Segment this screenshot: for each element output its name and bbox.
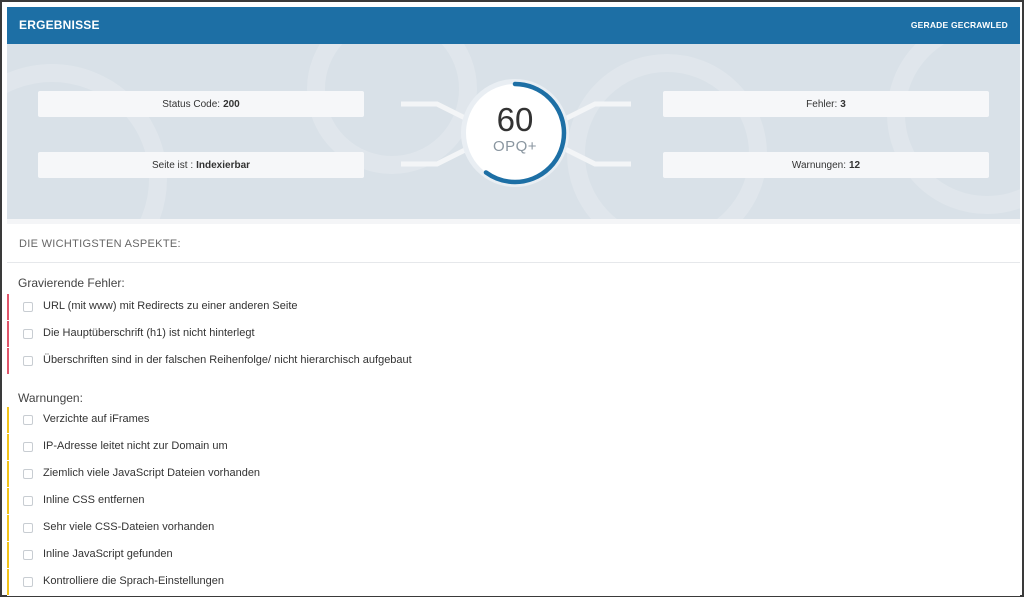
error-item-text: Die Hauptüberschrift (h1) ist nicht hint… <box>43 327 255 339</box>
error-indicator <box>7 348 9 374</box>
key-aspects-panel: DIE WICHTIGSTEN ASPEKTE: Gravierende Feh… <box>7 224 1020 596</box>
warning-item-text: Sehr viele CSS-Dateien vorhanden <box>43 521 215 533</box>
warning-indicator <box>7 434 9 460</box>
warning-indicator <box>7 542 9 568</box>
warning-item: Kontrolliere die Sprach-Einstellungen <box>7 569 1020 595</box>
warning-item: Inline JavaScript gefunden <box>7 542 1020 568</box>
error-item-text: URL (mit www) mit Redirects zu einer and… <box>43 300 298 312</box>
crawl-status: GERADE GECRAWLED <box>910 20 1008 30</box>
score-value: 60 <box>496 101 534 138</box>
warning-indicator <box>7 569 9 595</box>
error-item-text: Überschriften sind in der falschen Reihe… <box>43 354 412 366</box>
warning-item-text: Verzichte auf iFrames <box>43 413 150 425</box>
warning-item: Inline CSS entfernen <box>7 488 1020 514</box>
error-item: Die Hauptüberschrift (h1) ist nicht hint… <box>7 321 1020 347</box>
warning-item: Ziemlich viele JavaScript Dateien vorhan… <box>7 461 1020 487</box>
warning-checkbox[interactable] <box>23 469 33 479</box>
opq-score-gauge: 60 OPQ+ <box>459 77 571 189</box>
connector-line <box>561 145 631 167</box>
warning-indicator <box>7 407 9 433</box>
warning-indicator <box>7 488 9 514</box>
error-indicator <box>7 321 9 347</box>
screenshot-frame: ERGEBNISSE GERADE GECRAWLED Status Code:… <box>0 0 1024 597</box>
header-title: ERGEBNISSE <box>19 18 100 32</box>
warning-item: Sehr viele CSS-Dateien vorhanden <box>7 515 1020 541</box>
score-label: OPQ+ <box>492 138 538 155</box>
error-checkbox[interactable] <box>23 302 33 312</box>
key-aspects-header: DIE WICHTIGSTEN ASPEKTE: <box>7 224 1020 263</box>
error-checkbox[interactable] <box>23 329 33 339</box>
warning-checkbox[interactable] <box>23 415 33 425</box>
warning-item: Verzichte auf iFrames <box>7 407 1020 433</box>
warning-indicator <box>7 515 9 541</box>
error-item: URL (mit www) mit Redirects zu einer and… <box>7 294 1020 320</box>
warning-item-text: IP-Adresse leitet nicht zur Domain um <box>43 440 228 452</box>
results-card: ERGEBNISSE GERADE GECRAWLED Status Code:… <box>7 7 1020 596</box>
results-header: ERGEBNISSE GERADE GECRAWLED <box>7 7 1020 44</box>
error-item: Überschriften sind in der falschen Reihe… <box>7 348 1020 374</box>
warning-item: IP-Adresse leitet nicht zur Domain um <box>7 434 1020 460</box>
warning-item-text: Inline CSS entfernen <box>43 494 145 506</box>
warning-checkbox[interactable] <box>23 577 33 587</box>
key-aspects-title: DIE WICHTIGSTEN ASPEKTE: <box>19 238 181 250</box>
warning-checkbox[interactable] <box>23 550 33 560</box>
error-indicator <box>7 294 9 320</box>
warnings-group-title: Warnungen: <box>18 391 83 405</box>
warning-checkbox[interactable] <box>23 442 33 452</box>
warning-item-text: Kontrolliere die Sprach-Einstellungen <box>43 575 224 587</box>
warning-indicator <box>7 461 9 487</box>
errors-group-title: Gravierende Fehler: <box>18 276 125 290</box>
warning-checkbox[interactable] <box>23 496 33 506</box>
warning-item-text: Ziemlich viele JavaScript Dateien vorhan… <box>43 467 261 479</box>
warning-item-text: Inline JavaScript gefunden <box>43 548 173 560</box>
error-checkbox[interactable] <box>23 356 33 366</box>
connector-line <box>561 101 631 123</box>
warning-checkbox[interactable] <box>23 523 33 533</box>
score-overview: Status Code: 200 Seite ist : Indexierbar… <box>7 44 1020 219</box>
